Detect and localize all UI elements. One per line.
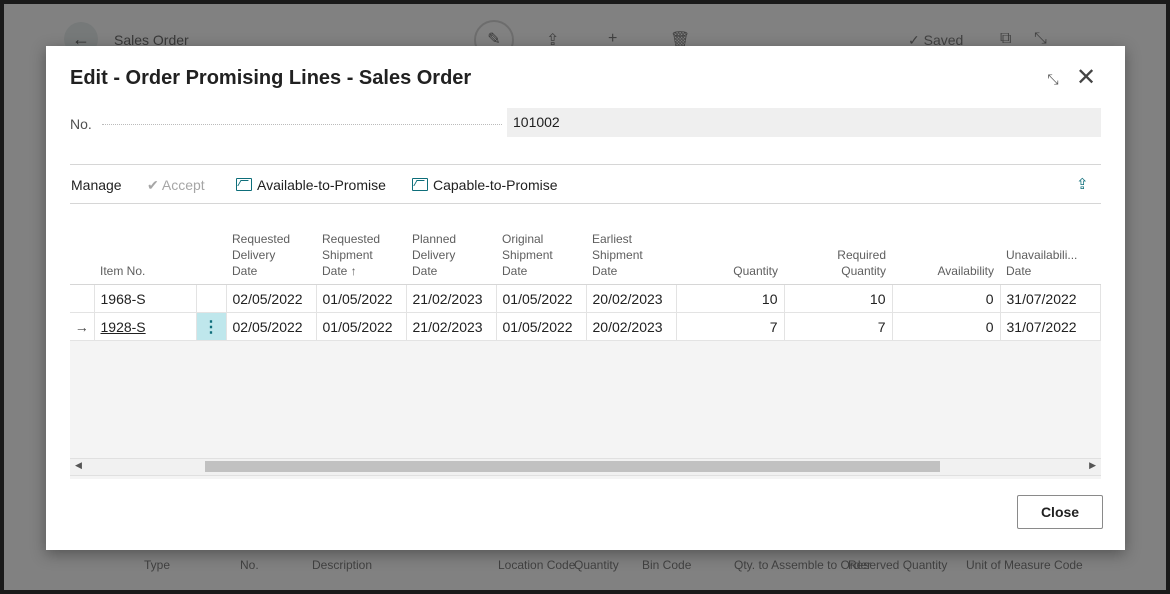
order-promising-grid: Item No. Requested Delivery Date Requested…: [70, 223, 1101, 479]
cell-planned-delivery-date[interactable]: 21/02/2023: [406, 284, 497, 313]
field-leader-dots: [102, 124, 502, 125]
scrollbar-thumb[interactable]: [205, 461, 940, 472]
close-button[interactable]: Close: [1017, 495, 1103, 529]
chart-icon: [236, 178, 252, 191]
cell-unavailability-date[interactable]: 31/07/2022: [1000, 312, 1101, 341]
action-bar: Manage ✔ Accept Available-to-Promise Cap…: [70, 165, 1101, 203]
header-line: Earliest: [592, 232, 633, 246]
horizontal-scrollbar[interactable]: ◀ ▶: [70, 458, 1101, 476]
order-promising-dialog: Edit - Order Promising Lines - Sales Ord…: [46, 46, 1125, 550]
col-item-no[interactable]: Item No.: [94, 223, 196, 285]
dialog-title: Edit - Order Promising Lines - Sales Ord…: [70, 67, 472, 89]
cell-required-quantity[interactable]: 10: [784, 284, 893, 313]
scroll-right-icon[interactable]: ▶: [1089, 460, 1096, 471]
header-line: Requested: [322, 232, 381, 246]
cell-required-quantity[interactable]: 7: [784, 312, 893, 341]
header-line: Planned: [412, 232, 457, 246]
close-icon[interactable]: ✕: [1072, 64, 1100, 92]
accept-button[interactable]: ✔ Accept: [147, 177, 205, 194]
header-line: Original: [502, 232, 544, 246]
manage-menu[interactable]: Manage: [71, 177, 122, 193]
cell-original-shipment-date[interactable]: 01/05/2022: [496, 284, 587, 313]
cell-quantity[interactable]: 10: [676, 284, 785, 313]
cell-availability[interactable]: 0: [892, 312, 1001, 341]
row-indicator: [70, 284, 95, 313]
table-row[interactable]: 1968-S 02/05/2022 01/05/2022 21/02/2023 …: [70, 284, 1101, 313]
header-line: Delivery: [232, 248, 276, 262]
ctp-label: Capable-to-Promise: [433, 177, 558, 193]
atp-label: Available-to-Promise: [257, 177, 386, 193]
header-line: Quantity: [841, 264, 886, 278]
cell-availability[interactable]: 0: [892, 284, 1001, 313]
no-field[interactable]: 101002: [507, 108, 1101, 137]
cell-item-no[interactable]: 1968-S: [94, 284, 197, 313]
header-line: Date: [232, 264, 258, 278]
no-label: No.: [70, 116, 92, 132]
scroll-left-icon[interactable]: ◀: [75, 460, 82, 471]
header-line: Date: [592, 264, 618, 278]
lines-table: Item No. Requested Delivery Date Requested…: [70, 223, 1101, 341]
cell-unavailability-date[interactable]: 31/07/2022: [1000, 284, 1101, 313]
header-line: Delivery: [412, 248, 456, 262]
col-quantity[interactable]: Quantity: [676, 223, 784, 285]
header-line: Requested: [232, 232, 291, 246]
table-row[interactable]: → 1928-S ⋮ 02/05/2022 01/05/2022 21/02/2…: [70, 312, 1101, 341]
cell-requested-delivery-date[interactable]: 02/05/2022: [226, 284, 317, 313]
capable-to-promise-button[interactable]: Capable-to-Promise: [412, 177, 558, 193]
cell-earliest-shipment-date[interactable]: 20/02/2023: [586, 312, 677, 341]
cell-item-no[interactable]: 1928-S: [94, 312, 197, 341]
header-line: Shipment: [592, 248, 643, 262]
available-to-promise-button[interactable]: Available-to-Promise: [236, 177, 386, 193]
col-earliest-shipment-date[interactable]: Earliest Shipment Date: [586, 223, 676, 285]
col-availability[interactable]: Availability: [892, 223, 1000, 285]
cell-quantity[interactable]: 7: [676, 312, 785, 341]
col-planned-delivery-date[interactable]: Planned Delivery Date: [406, 223, 496, 285]
cell-earliest-shipment-date[interactable]: 20/02/2023: [586, 284, 677, 313]
col-original-shipment-date[interactable]: Original Shipment Date: [496, 223, 586, 285]
header-row: Item No. Requested Delivery Date Requested…: [70, 223, 1100, 285]
header-line: Shipment: [502, 248, 553, 262]
cell-original-shipment-date[interactable]: 01/05/2022: [496, 312, 587, 341]
checkmark-icon: ✔: [147, 177, 159, 193]
accept-label: Accept: [161, 177, 205, 193]
header-line: Shipment: [322, 248, 373, 262]
col-requested-shipment-date[interactable]: Requested Shipment Date ↑: [316, 223, 406, 285]
header-line: Required: [837, 248, 886, 262]
cell-menu: [196, 284, 227, 313]
share-icon[interactable]: ⇪: [1076, 175, 1089, 193]
cell-requested-shipment-date[interactable]: 01/05/2022: [316, 284, 407, 313]
row-menu-icon[interactable]: ⋮: [196, 312, 227, 341]
header-line: Unavailabili...: [1006, 248, 1078, 262]
cell-requested-delivery-date[interactable]: 02/05/2022: [226, 312, 317, 341]
collapse-dialog-icon[interactable]: ⤡: [1042, 68, 1064, 90]
col-required-quantity[interactable]: Required Quantity: [784, 223, 892, 285]
col-requested-delivery-date[interactable]: Requested Delivery Date: [226, 223, 316, 285]
cell-planned-delivery-date[interactable]: 21/02/2023: [406, 312, 497, 341]
app-window: ← Sales Order ✎ ⇪ + 🗑 ✓ Saved ⧉ ⤡ Type N…: [4, 4, 1166, 590]
header-line: Date: [412, 264, 438, 278]
col-arrow: [70, 223, 94, 285]
header-line: Date: [502, 264, 528, 278]
header-line: Date ↑: [322, 264, 357, 278]
divider: [70, 203, 1101, 204]
header-line: Date: [1006, 264, 1032, 278]
col-menu: [196, 223, 226, 285]
chart-icon: [412, 178, 428, 191]
current-row-arrow-icon: →: [70, 312, 95, 341]
cell-requested-shipment-date[interactable]: 01/05/2022: [316, 312, 407, 341]
col-unavailability-date[interactable]: Unavailabili... Date: [1000, 223, 1100, 285]
